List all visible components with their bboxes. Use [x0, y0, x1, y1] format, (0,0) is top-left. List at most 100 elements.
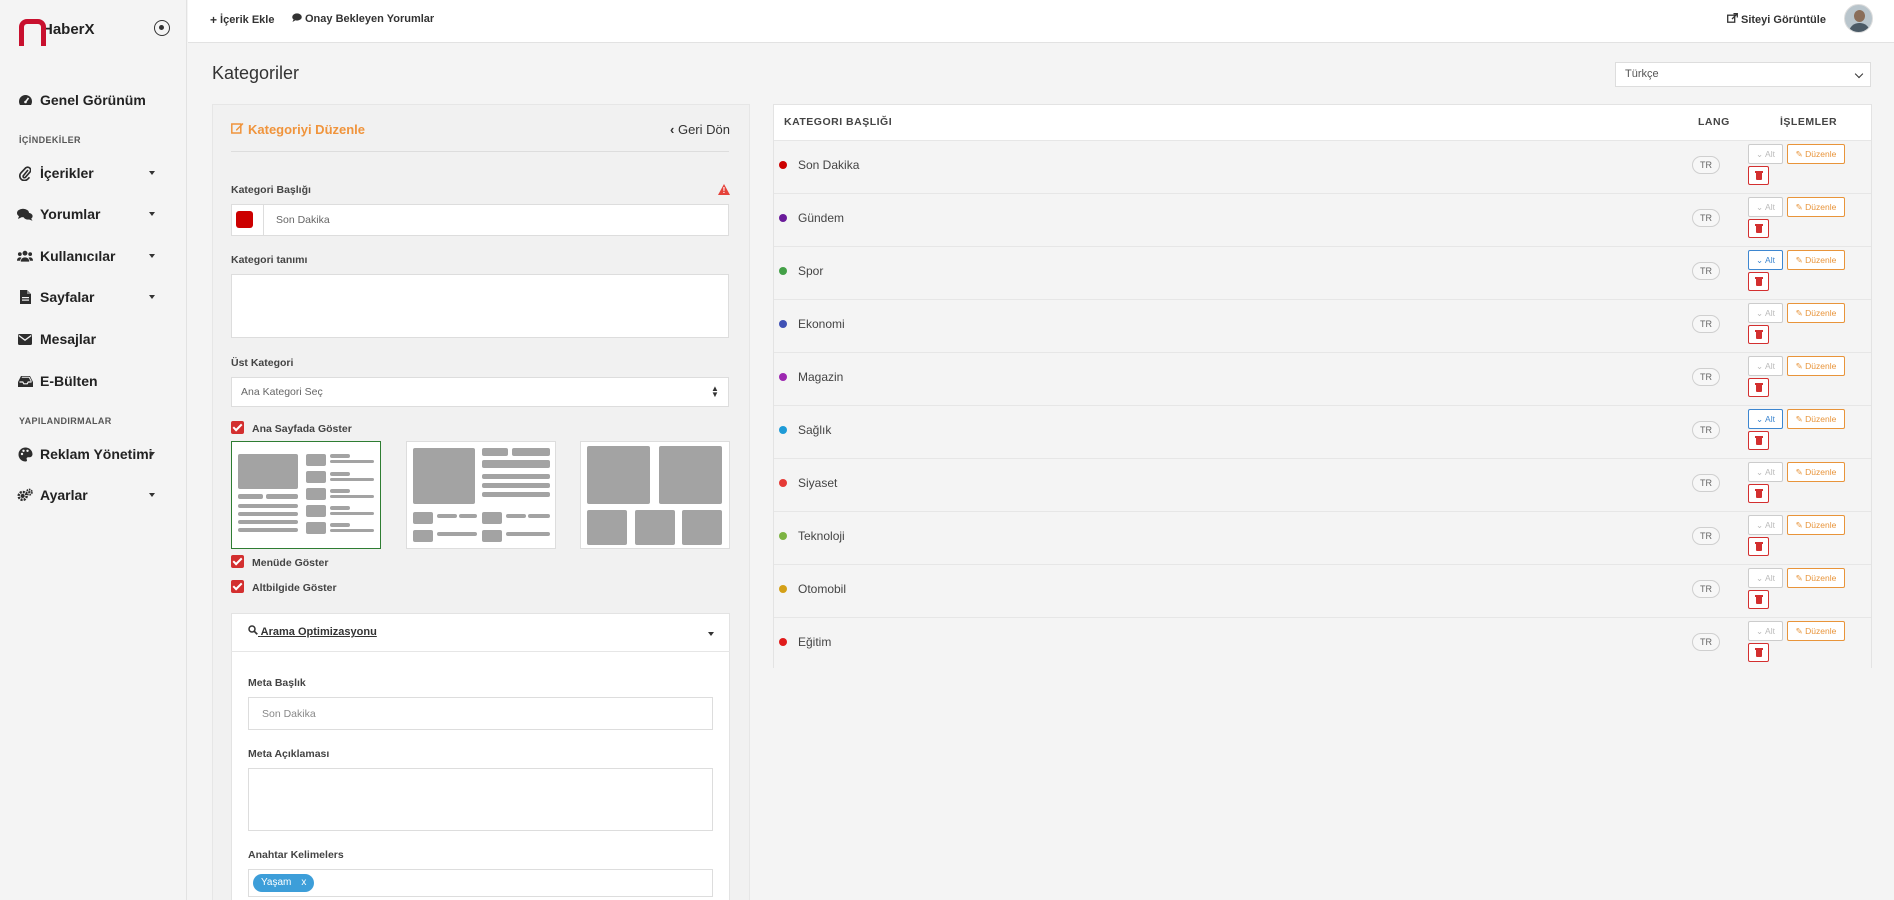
view-site-label: Siteyi Görüntüle: [1741, 13, 1826, 26]
sidebar-item-pages[interactable]: Sayfalar: [17, 284, 167, 310]
comment-icon: [292, 13, 302, 25]
sidebar-toggle-icon[interactable]: [154, 20, 170, 36]
plus-icon: +: [210, 13, 218, 27]
category-name: Eğitim: [798, 635, 832, 649]
edit-label: Düzenle: [1805, 361, 1837, 371]
inbox-icon: [17, 373, 33, 389]
meta-description-textarea[interactable]: [248, 768, 713, 831]
subcategory-button[interactable]: ⌄ Alt: [1748, 303, 1783, 323]
category-name: Sağlık: [798, 423, 832, 437]
close-icon[interactable]: x: [301, 877, 306, 889]
edit-button[interactable]: ✎ Düzenle: [1787, 250, 1845, 270]
sidebar-item-label: Kullanıcılar: [40, 248, 116, 264]
subcategory-label: Alt: [1765, 255, 1775, 265]
chevron-down-icon: ⌄: [1756, 520, 1766, 530]
select-arrows-icon: ▲ ▼: [711, 384, 719, 399]
edit-button[interactable]: ✎ Düzenle: [1787, 621, 1845, 641]
chevron-down-icon: ⌄: [1756, 414, 1766, 424]
view-site-link[interactable]: Siteyi Görüntüle: [1727, 13, 1826, 26]
delete-button[interactable]: [1748, 643, 1769, 662]
edit-button[interactable]: ✎ Düzenle: [1787, 409, 1845, 429]
edit-button[interactable]: ✎ Düzenle: [1787, 356, 1845, 376]
subcategory-button[interactable]: ⌄ Alt: [1748, 568, 1783, 588]
subcategory-label: Alt: [1765, 361, 1775, 371]
user-avatar[interactable]: [1844, 4, 1873, 33]
subcategory-button[interactable]: ⌄ Alt: [1748, 356, 1783, 376]
delete-button[interactable]: [1748, 431, 1769, 450]
delete-button[interactable]: [1748, 537, 1769, 556]
edit-button[interactable]: ✎ Düzenle: [1787, 197, 1845, 217]
edit-label: Düzenle: [1805, 255, 1837, 265]
chevron-down-icon: [149, 493, 155, 497]
edit-button[interactable]: ✎ Düzenle: [1787, 144, 1845, 164]
lang-badge: TR: [1692, 527, 1720, 545]
sidebar-item-contents[interactable]: İçerikler: [17, 160, 167, 186]
layout-option-3[interactable]: [580, 441, 730, 549]
keyword-tag-label: Yaşam: [261, 877, 292, 888]
section-header-contents: İÇİNDEKİLER: [19, 135, 81, 145]
subcategory-label: Alt: [1765, 308, 1775, 318]
logo-mark-icon: [19, 17, 46, 46]
edit-button[interactable]: ✎ Düzenle: [1787, 303, 1845, 323]
description-textarea[interactable]: [231, 274, 729, 338]
sidebar-item-dashboard[interactable]: Genel Görünüm: [17, 87, 167, 113]
sidebar-item-messages[interactable]: Mesajlar: [17, 326, 167, 352]
keywords-label: Anahtar Kelimelers: [248, 849, 344, 861]
meta-title-input[interactable]: [248, 697, 713, 730]
subcategory-button[interactable]: ⌄ Alt: [1748, 250, 1783, 270]
panel-title-label: Kategoriyi Düzenle: [248, 122, 366, 137]
edit-button[interactable]: ✎ Düzenle: [1787, 515, 1845, 535]
delete-button[interactable]: [1748, 325, 1769, 344]
edit-button[interactable]: ✎ Düzenle: [1787, 462, 1845, 482]
show-footer-checkbox[interactable]: [231, 580, 244, 593]
category-title-value: Son Dakika: [276, 214, 330, 226]
subcategory-button[interactable]: ⌄ Alt: [1748, 621, 1783, 641]
app-logo[interactable]: HaberX: [19, 16, 95, 46]
delete-button[interactable]: [1748, 484, 1769, 503]
subcategory-label: Alt: [1765, 573, 1775, 583]
show-homepage-checkbox[interactable]: [231, 421, 244, 434]
category-color-dot: [779, 267, 787, 275]
paperclip-icon: [17, 165, 33, 181]
category-color-dot: [779, 373, 787, 381]
subcategory-button[interactable]: ⌄ Alt: [1748, 515, 1783, 535]
keywords-input[interactable]: [248, 869, 713, 897]
layout-option-1[interactable]: [231, 441, 381, 549]
dashboard-icon: [17, 92, 33, 108]
show-menu-checkbox[interactable]: [231, 555, 244, 568]
users-icon: [17, 248, 33, 264]
delete-button[interactable]: [1748, 166, 1769, 185]
panel-title: Kategoriyi Düzenle: [231, 122, 365, 137]
seo-toggle[interactable]: Arama Optimizasyonu: [248, 625, 377, 638]
external-link-icon: [1727, 13, 1738, 26]
subcategory-button[interactable]: ⌄ Alt: [1748, 462, 1783, 482]
sidebar-item-users[interactable]: Kullanıcılar: [17, 243, 167, 269]
language-select[interactable]: Türkçe: [1615, 62, 1871, 87]
delete-button[interactable]: [1748, 590, 1769, 609]
category-name: Siyaset: [798, 476, 838, 490]
delete-button[interactable]: [1748, 378, 1769, 397]
sidebar-item-settings[interactable]: Ayarlar: [17, 482, 167, 508]
edit-icon: ✎: [1795, 414, 1806, 424]
category-name: Teknoloji: [798, 529, 845, 543]
back-button[interactable]: ‹ Geri Dön: [670, 122, 730, 137]
edit-label: Düzenle: [1805, 626, 1837, 636]
add-content-link[interactable]: + İçerik Ekle: [210, 13, 274, 27]
subcategory-button[interactable]: ⌄ Alt: [1748, 197, 1783, 217]
chevron-down-icon: ⌄: [1756, 202, 1766, 212]
delete-button[interactable]: [1748, 219, 1769, 238]
layout-option-2[interactable]: [406, 441, 556, 549]
delete-button[interactable]: [1748, 272, 1769, 291]
subcategory-label: Alt: [1765, 149, 1775, 159]
edit-button[interactable]: ✎ Düzenle: [1787, 568, 1845, 588]
comments-icon: [17, 206, 33, 222]
subcategory-button[interactable]: ⌄ Alt: [1748, 144, 1783, 164]
sidebar-item-newsletter[interactable]: E-Bülten: [17, 368, 167, 394]
pending-comments-link[interactable]: Onay Bekleyen Yorumlar: [292, 13, 434, 25]
category-name: Magazin: [798, 370, 844, 384]
parent-category-value: Ana Kategori Seç: [241, 386, 323, 398]
lang-badge: TR: [1692, 262, 1720, 280]
sidebar-item-ads[interactable]: Reklam Yönetimi: [17, 441, 167, 467]
sidebar-item-comments[interactable]: Yorumlar: [17, 201, 167, 227]
subcategory-button[interactable]: ⌄ Alt: [1748, 409, 1783, 429]
